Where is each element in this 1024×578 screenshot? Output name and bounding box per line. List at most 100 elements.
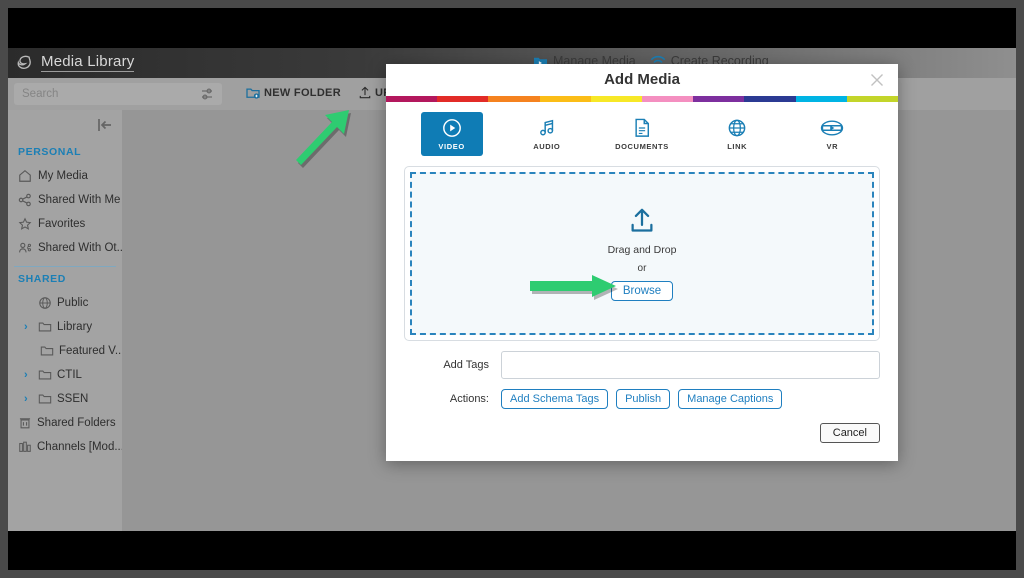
actions-label: Actions: (449, 393, 489, 405)
stripe-seg-9 (795, 96, 847, 102)
globe-icon (39, 297, 51, 309)
sidebar-item-label: Shared With Me (38, 194, 121, 206)
chevron-right-icon[interactable]: › (24, 321, 33, 333)
sidebar: PERSONAL My Media Shared With Me Favorit… (8, 110, 126, 531)
sidebar-section-shared: SHARED (18, 273, 66, 285)
media-type-tabs: VIDEO AUDIO DOCUMENTS LINK VR (386, 102, 898, 162)
stripe-seg-2 (437, 96, 489, 102)
stripe-seg-6 (642, 96, 694, 102)
letterbox-top (8, 8, 1016, 48)
upload-tray-icon (631, 208, 653, 232)
chevron-right-icon[interactable]: › (24, 393, 33, 405)
add-tags-label: Add Tags (443, 359, 489, 371)
folder-icon (40, 346, 54, 356)
stripe-seg-5 (590, 96, 643, 102)
sidebar-item-featured-v[interactable]: Featured V... (8, 339, 125, 363)
letterbox-bottom (8, 531, 1016, 570)
search-input[interactable]: Search (14, 88, 200, 100)
dropzone-drag-text: Drag and Drop (607, 243, 677, 256)
browse-button[interactable]: Browse (610, 280, 674, 301)
tab-label: DOCUMENTS (615, 142, 669, 151)
color-stripe (386, 96, 899, 102)
sidebar-item-library[interactable]: › Library (8, 315, 122, 339)
new-folder-button[interactable]: NEW FOLDER (246, 87, 341, 99)
filter-sliders-icon[interactable] (200, 86, 216, 102)
tab-documents[interactable]: DOCUMENTS (611, 112, 673, 156)
sidebar-item-label: Channels [Mod... (37, 441, 124, 453)
sidebar-item-ssen[interactable]: › SSEN (8, 387, 122, 411)
stripe-seg-10 (846, 96, 899, 102)
sidebar-item-channels[interactable]: Channels [Mod... (8, 435, 124, 459)
stripe-seg-4 (539, 96, 591, 102)
tab-video[interactable]: VIDEO (420, 112, 483, 156)
sidebar-item-shared-with-me[interactable]: Shared With Me (8, 188, 122, 212)
tab-label: AUDIO (533, 142, 561, 151)
close-icon[interactable] (868, 71, 886, 89)
share-icon (18, 193, 31, 207)
sidebar-item-shared-folders[interactable]: Shared Folders (8, 411, 122, 435)
channels-icon (19, 441, 31, 452)
publish-button[interactable]: Publish (616, 389, 671, 409)
sidebar-item-public[interactable]: › Public (8, 291, 122, 315)
stripe-seg-3 (488, 96, 540, 102)
home-icon (19, 170, 31, 182)
tab-label: VIDEO (438, 142, 465, 151)
star-icon (18, 217, 32, 230)
trash-folder-icon (19, 418, 31, 429)
sidebar-item-label: Featured V... (59, 345, 125, 357)
upload-icon (359, 86, 371, 99)
add-media-modal: Add Media VIDEO AUDIO DOCUMENTS LINK VR … (386, 64, 899, 461)
sidebar-section-personal: PERSONAL (18, 146, 82, 158)
globe-icon (727, 117, 747, 139)
dropzone[interactable]: Drag and Drop or Browse (410, 172, 874, 335)
screenshot-root: Media Library Manage Media Create Record… (0, 0, 1024, 578)
sidebar-item-label: Public (57, 297, 89, 309)
new-folder-label: NEW FOLDER (264, 86, 341, 99)
tab-label: LINK (727, 142, 748, 151)
tab-link[interactable]: LINK (706, 112, 768, 156)
add-tags-row: Add Tags (404, 341, 880, 379)
sidebar-item-label: SSEN (57, 393, 89, 405)
stripe-seg-8 (744, 96, 796, 102)
cancel-button[interactable]: Cancel (819, 423, 880, 443)
document-icon (633, 117, 651, 139)
vr-headset-icon (820, 117, 844, 139)
music-note-icon (537, 117, 557, 139)
app-title: Media Library (41, 53, 135, 72)
folder-icon (38, 394, 52, 404)
sidebar-item-favorites[interactable]: Favorites (8, 212, 122, 236)
search-box[interactable]: Search (14, 83, 222, 105)
folder-icon (38, 322, 52, 332)
brand-logo-icon (17, 55, 31, 69)
sidebar-item-label: CTIL (57, 369, 82, 381)
sidebar-collapse-row (8, 110, 122, 140)
actions-row: Actions: Add Schema Tags Publish Manage … (404, 379, 880, 409)
folder-icon (38, 370, 52, 380)
sidebar-item-my-media[interactable]: My Media (8, 164, 122, 188)
sidebar-item-label: Library (57, 321, 93, 333)
user-share-icon (19, 242, 31, 253)
sidebar-item-label: Shared With Ot... (38, 242, 127, 254)
tab-audio[interactable]: AUDIO (516, 112, 578, 156)
sidebar-item-label: My Media (38, 170, 88, 182)
new-folder-icon (246, 88, 260, 99)
video-play-icon (442, 117, 462, 139)
tab-label: VR (826, 142, 839, 151)
add-schema-tags-button[interactable]: Add Schema Tags (501, 389, 609, 409)
tab-vr[interactable]: VR (801, 112, 863, 156)
sidebar-item-ctil[interactable]: › CTIL (8, 363, 122, 387)
dropzone-container: Drag and Drop or Browse (404, 166, 880, 341)
add-tags-input[interactable] (501, 351, 880, 379)
sidebar-item-label: Favorites (38, 218, 86, 230)
cancel-row: Cancel (404, 423, 880, 443)
stripe-seg-1 (386, 96, 438, 102)
sidebar-item-label: Shared Folders (37, 417, 116, 429)
collapse-sidebar-icon[interactable] (96, 116, 114, 134)
modal-title: Add Media (604, 71, 680, 88)
dropzone-or-text: or (637, 262, 647, 274)
action-buttons: Add Schema Tags Publish Manage Captions (501, 389, 783, 409)
stripe-seg-7 (693, 96, 745, 102)
chevron-right-icon[interactable]: › (24, 369, 33, 381)
manage-captions-button[interactable]: Manage Captions (678, 389, 783, 409)
sidebar-item-shared-with-others[interactable]: Shared With Ot... (8, 236, 126, 260)
